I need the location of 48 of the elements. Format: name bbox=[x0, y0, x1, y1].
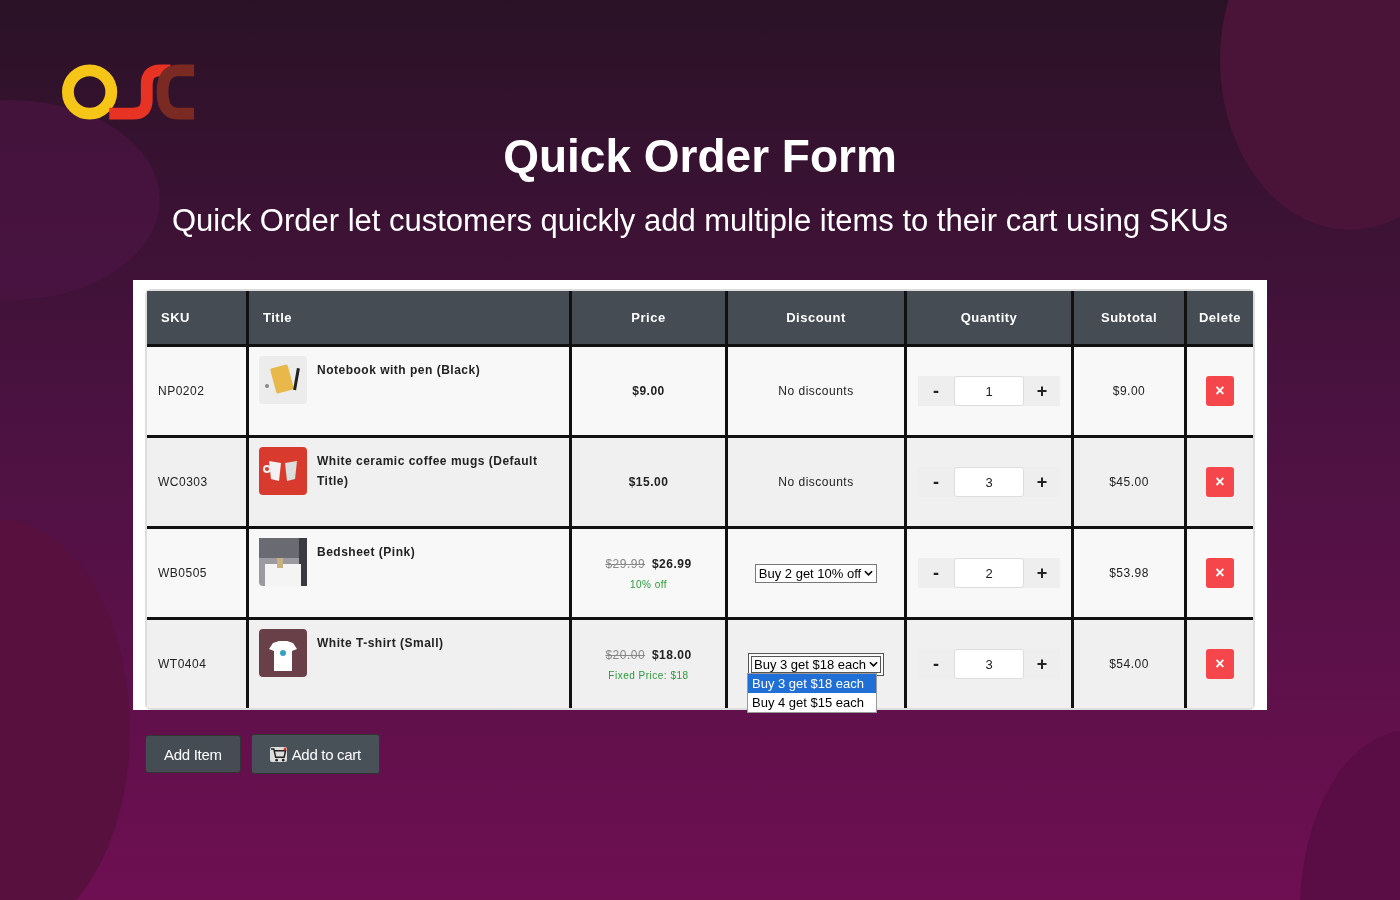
delete-button[interactable]: × bbox=[1206, 558, 1234, 588]
column-header: Title bbox=[247, 291, 571, 346]
discount-text: No discounts bbox=[778, 475, 854, 489]
product-title: White ceramic coffee mugs (Default Title) bbox=[317, 453, 539, 490]
quantity-field[interactable]: 2 bbox=[954, 558, 1024, 588]
chevron-icon bbox=[864, 570, 874, 576]
subtotal-cell: $53.98 bbox=[1072, 527, 1186, 619]
discount-select[interactable]: Buy 2 get 10% off bbox=[754, 563, 878, 583]
column-header: Price bbox=[570, 291, 727, 346]
dropdown-option[interactable]: Buy 3 get $18 each bbox=[748, 673, 876, 693]
sku-cell: WB0505 bbox=[147, 527, 248, 619]
price-text: $18.00 bbox=[651, 647, 692, 662]
price-note: 10% off bbox=[628, 578, 669, 590]
add-to-cart-button[interactable]: Add to cart bbox=[250, 734, 380, 774]
chevron-icon bbox=[869, 661, 878, 667]
sku-cell: NP0202 bbox=[147, 345, 248, 437]
quantity-field[interactable]: 3 bbox=[954, 649, 1024, 679]
dropdown-option[interactable]: Buy 4 get $15 each bbox=[748, 692, 876, 712]
delete-button[interactable]: × bbox=[1206, 467, 1234, 497]
product-title: Bedsheet (Pink) bbox=[317, 544, 416, 561]
quantity-field[interactable]: 3 bbox=[954, 467, 1024, 497]
quantity-field[interactable]: 1 bbox=[954, 376, 1024, 406]
original-price: $20.00 bbox=[605, 647, 646, 662]
product-title: White T-shirt (Small) bbox=[317, 635, 444, 652]
cart-icon bbox=[269, 746, 287, 762]
column-header: SKU bbox=[147, 291, 248, 346]
page-subtitle: Quick Order let customers quickly add multiple items to their cart using SKUs bbox=[171, 202, 1229, 240]
subtotal-cell: $45.00 bbox=[1072, 436, 1186, 528]
sku-cell: WT0404 bbox=[147, 618, 248, 708]
column-header: Delete bbox=[1185, 291, 1253, 346]
delete-button[interactable]: × bbox=[1206, 649, 1234, 679]
price-text: $26.99 bbox=[651, 556, 692, 571]
original-price: $29.99 bbox=[605, 556, 646, 571]
discount-select[interactable]: Buy 3 get $18 each bbox=[748, 652, 884, 676]
sku-cell: WC0303 bbox=[147, 436, 248, 528]
add-item-button[interactable]: Add Item bbox=[145, 735, 241, 773]
column-header: Quantity bbox=[905, 291, 1073, 346]
price-text: $15.00 bbox=[628, 475, 669, 489]
column-header: Subtotal bbox=[1072, 291, 1186, 346]
product-title: Notebook with pen (Black) bbox=[317, 362, 481, 379]
price-note: Fixed Price: $18 bbox=[607, 669, 690, 681]
price-text: $9.00 bbox=[632, 384, 665, 398]
discount-text: No discounts bbox=[778, 384, 854, 398]
subtotal-cell: $54.00 bbox=[1072, 618, 1186, 708]
delete-button[interactable]: × bbox=[1206, 376, 1234, 406]
subtotal-cell: $9.00 bbox=[1072, 345, 1186, 437]
page-title: Quick Order Form bbox=[503, 129, 897, 184]
column-header: Discount bbox=[726, 291, 906, 346]
